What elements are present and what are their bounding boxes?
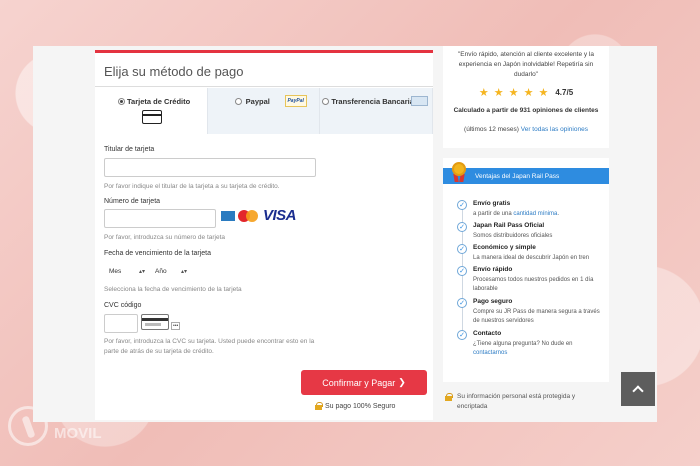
check-icon: ✓ (457, 266, 467, 276)
tab-bank-transfer[interactable]: Transferencia Bancaria (320, 88, 434, 134)
star-rating-icon: ★ ★ ★ ★ ★ (478, 87, 550, 99)
check-icon: ✓ (457, 330, 467, 340)
advantage-title: Envío gratis (473, 200, 511, 207)
privacy-text: Su información personal está protegida y… (457, 393, 576, 410)
holder-input[interactable] (104, 158, 316, 177)
cvc-card-back-icon (141, 314, 169, 330)
bank-logo-icon (411, 96, 429, 106)
watermark-line2: MOVIL (54, 425, 102, 442)
expiry-label: Fecha de vencimiento de la tarjeta (104, 250, 212, 257)
accent-bar (95, 50, 433, 53)
lock-icon (445, 393, 453, 401)
radio-paypal[interactable] (234, 98, 242, 105)
advantage-desc: Procesamos todos nuestros pedidos en 1 d… (473, 277, 594, 292)
privacy-note: Su información personal está protegida y… (445, 392, 595, 412)
check-icon: ✓ (457, 222, 467, 232)
month-select[interactable]: Mes ▴▾ (104, 263, 148, 279)
all-reviews-link[interactable]: Ver todas las opiniones (521, 126, 588, 133)
advantage-title: Económico y simple (473, 244, 536, 251)
payment-method-tabs: Tarjeta de Crédito Paypal PayPal Transfe… (95, 88, 434, 134)
advantage-desc: a partir de una cantidad mínima. (473, 211, 560, 217)
radio-bank-transfer[interactable] (322, 98, 330, 105)
confirm-pay-label: Confirmar y Pagar (322, 377, 396, 388)
tab-credit-card[interactable]: Tarjeta de Crédito (95, 88, 208, 134)
payment-panel: Elija su método de pago Tarjeta de Crédi… (95, 50, 434, 420)
rating-value: 4.7/5 (555, 88, 574, 97)
advantage-title: Pago seguro (473, 298, 513, 305)
period-text: (últimos 12 meses) (464, 126, 519, 133)
check-icon: ✓ (457, 298, 467, 308)
secure-payment-note: Su pago 100% Seguro (315, 402, 395, 410)
credit-card-icon (142, 110, 162, 124)
advantages-panel: Ventajas del Japan Rail Pass ✓ Envío gra… (443, 158, 609, 382)
confirm-pay-button[interactable]: Confirmar y Pagar ❯ (301, 370, 427, 395)
scroll-to-top-button[interactable] (621, 372, 655, 406)
advantage-title: Envío rápido (473, 266, 513, 273)
check-icon: ✓ (457, 200, 467, 210)
tab-paypal[interactable]: Paypal PayPal (207, 88, 321, 134)
mastercard-icon (238, 209, 260, 222)
cvc-hint: Por favor, introduzca la CVC su tarjeta.… (104, 338, 315, 355)
card-logos: VISA (221, 207, 297, 224)
amex-icon (221, 210, 235, 221)
visa-icon: VISA (263, 207, 297, 224)
review-quote: "Envío rápido, atención al cliente excel… (457, 51, 594, 78)
advantage-desc: La manera ideal de descubrir Japón en tr… (473, 255, 590, 261)
year-select[interactable]: Año ▴▾ (150, 263, 190, 279)
cvc-label: CVC código (104, 302, 142, 309)
radio-credit-card[interactable] (118, 98, 125, 105)
card-number-hint: Por favor, introduzca su número de tarje… (104, 234, 226, 241)
browser-content-frame: Elija su método de pago Tarjeta de Crédi… (33, 46, 657, 422)
holder-hint: Por favor indique el titular de la tarje… (104, 183, 280, 190)
select-arrows-icon: ▴▾ (180, 268, 187, 275)
divider (95, 86, 433, 87)
year-select-value: Año (155, 267, 167, 275)
advantage-desc: Compre su JR Pass de manera segura a tra… (473, 309, 600, 324)
holder-label: Titular de tarjeta (104, 146, 155, 153)
advantages-title: Ventajas del Japan Rail Pass (443, 168, 609, 184)
card-number-input[interactable] (104, 209, 216, 228)
tab-credit-card-label: Tarjeta de Crédito (127, 97, 191, 106)
select-arrows-icon: ▴▾ (138, 268, 145, 275)
chevron-up-icon (632, 385, 644, 397)
paypal-logo-icon: PayPal (284, 95, 307, 107)
expiry-hint: Selecciona la fecha de vencimiento de la… (104, 286, 242, 293)
card-number-label: Número de tarjeta (104, 198, 161, 205)
tab-paypal-label: Paypal (245, 97, 270, 106)
advantage-desc: ¿Tiene alguna pregunta? No dude en conta… (473, 341, 573, 356)
review-panel: "Envío rápido, atención al cliente excel… (443, 46, 609, 148)
rating-row: ★ ★ ★ ★ ★ 4.7/5 (443, 86, 609, 99)
lock-icon (315, 402, 323, 410)
tab-bank-transfer-label: Transferencia Bancaria (331, 97, 414, 106)
secure-text: Su pago 100% Seguro (325, 402, 396, 410)
cvc-input[interactable] (104, 314, 138, 333)
min-amount-link[interactable]: cantidad mínima (513, 211, 557, 217)
check-icon: ✓ (457, 244, 467, 254)
reviews-count: Calculado a partir de 931 opiniones de c… (453, 107, 599, 114)
reviews-period: (últimos 12 meses) Ver todas las opinion… (443, 126, 609, 133)
advantage-title: Contacto (473, 330, 502, 337)
chevron-right-icon: ❯ (398, 377, 406, 387)
month-select-value: Mes (109, 267, 122, 275)
cvc-tag-icon: ••• (171, 322, 181, 330)
payment-title: Elija su método de pago (104, 64, 244, 79)
advantage-title: Japan Rail Pass Oficial (473, 222, 545, 229)
medal-icon (451, 162, 467, 182)
advantage-desc: Somos distribuidores oficiales (473, 233, 553, 239)
contact-link[interactable]: contactarnos (473, 350, 507, 356)
